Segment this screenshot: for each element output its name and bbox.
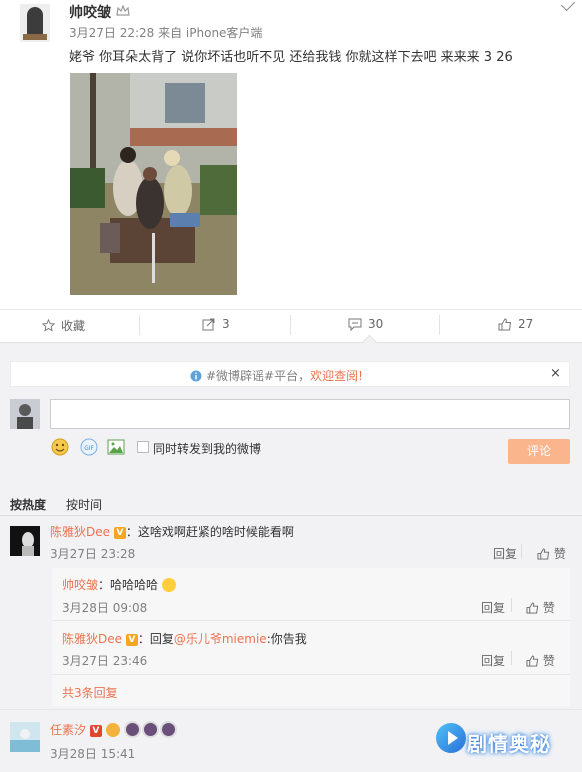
divider <box>52 674 570 675</box>
verified-badge: V <box>113 527 126 539</box>
like-button[interactable]: 27 <box>498 317 533 331</box>
comment-body: 任素汐 V <box>50 721 178 738</box>
fan-badge-icon <box>105 723 120 737</box>
emoji-icon <box>141 721 159 738</box>
comment-button[interactable]: 30 <box>348 317 383 331</box>
repost-checkbox-label: 同时转发到我的微博 <box>153 442 262 456</box>
author-name[interactable]: 帅咬皱 <box>69 2 111 22</box>
svg-text:GIF: GIF <box>84 445 94 452</box>
thumbs-up-icon <box>498 317 512 330</box>
reply-time: 3月28日 09:08 <box>62 601 148 615</box>
watermark-logo-icon <box>436 723 466 753</box>
divider <box>439 315 440 335</box>
reply-button[interactable]: 回复 <box>481 652 505 669</box>
comment-body: 陈雅狄Dee V ：这啥戏啊赶紧的啥时候能看啊 <box>50 523 294 540</box>
chevron-down-icon[interactable] <box>560 0 576 12</box>
comment-username[interactable]: 陈雅狄Dee <box>50 525 110 539</box>
more-replies-link[interactable]: 共3条回复 <box>62 684 118 701</box>
reply-button[interactable]: 回复 <box>493 545 517 562</box>
favorite-button[interactable]: 收藏 <box>42 317 85 334</box>
divider <box>0 709 582 710</box>
repost-button[interactable]: 3 <box>202 317 230 331</box>
like-count: 27 <box>518 317 534 331</box>
comment-icon <box>348 318 362 331</box>
reply-body: 帅咬皱：哈哈哈哈 <box>62 576 176 593</box>
tab-sort-hot[interactable]: 按热度 <box>10 496 46 513</box>
notice-label: #微博辟谣#平台， <box>206 369 311 383</box>
notice-link[interactable]: 欢迎查阅! <box>310 369 363 383</box>
favorite-label: 收藏 <box>61 319 86 333</box>
image-icon[interactable] <box>107 438 125 456</box>
like-label: 赞 <box>542 654 555 668</box>
comment-count: 30 <box>368 317 384 331</box>
comment-text: ：这啥戏啊赶紧的啥时候能看啊 <box>125 525 294 539</box>
post-meta: 3月27日 22:28 来自 iPhone客户端 <box>69 26 263 40</box>
emoji-icon[interactable] <box>51 438 69 456</box>
watermark-text: 剧情奥秘 <box>467 732 551 756</box>
thumbs-up-icon <box>526 655 539 667</box>
thumbs-up-icon <box>526 602 539 614</box>
tab-sort-time[interactable]: 按时间 <box>66 496 102 513</box>
like-label: 赞 <box>542 601 555 615</box>
like-label: 赞 <box>553 547 566 561</box>
reply-body: 陈雅狄Dee V ：回复@乐儿爷miemie:你告我 <box>62 630 307 647</box>
submit-comment-button[interactable]: 评论 <box>508 439 570 464</box>
like-comment-button[interactable]: 赞 <box>537 545 566 562</box>
like-comment-button[interactable]: 赞 <box>526 599 555 616</box>
post-photo[interactable] <box>70 73 237 295</box>
gif-icon[interactable]: GIF <box>80 438 98 456</box>
info-icon <box>190 370 202 382</box>
reply-text-prefix: ：回复 <box>137 632 174 646</box>
action-bar <box>0 309 582 342</box>
thumbs-up-icon <box>537 548 550 560</box>
crown-icon <box>116 4 130 17</box>
divider <box>511 651 512 665</box>
comment-time: 3月28日 15:41 <box>50 747 136 761</box>
divider <box>0 515 582 516</box>
comment-input[interactable] <box>50 399 570 429</box>
commenter-avatar[interactable] <box>10 526 40 556</box>
verified-badge: V <box>125 634 138 646</box>
reply-text: ：哈哈哈哈 <box>98 578 159 592</box>
emoji-icon <box>159 721 177 738</box>
laugh-emoji-icon <box>161 578 176 592</box>
repost-checkbox[interactable] <box>137 441 149 453</box>
reply-text-suffix: :你告我 <box>266 632 307 646</box>
author-avatar[interactable] <box>20 4 50 42</box>
commenter-avatar[interactable] <box>10 722 40 752</box>
reply-button[interactable]: 回复 <box>481 599 505 616</box>
reply-time: 3月27日 23:46 <box>62 654 148 668</box>
like-comment-button[interactable]: 赞 <box>526 652 555 669</box>
star-icon <box>42 319 55 332</box>
verified-badge: V <box>89 725 102 737</box>
divider <box>521 544 522 558</box>
emoji-icon <box>123 721 141 738</box>
notice-text: #微博辟谣#平台，欢迎查阅! <box>190 367 363 384</box>
repost-count: 3 <box>222 317 230 331</box>
mention-link[interactable]: @乐儿爷miemie <box>174 632 267 646</box>
close-icon[interactable]: × <box>550 366 561 381</box>
post-text: 姥爷 你耳朵太背了 说你坏话也听不见 还给我钱 你就这样下去吧 来来来 3 26 <box>69 50 513 65</box>
comment-username[interactable]: 任素汐 <box>50 723 86 737</box>
my-avatar <box>10 399 40 429</box>
repost-icon <box>202 318 215 330</box>
divider <box>290 315 291 335</box>
divider <box>52 620 570 621</box>
divider <box>511 598 512 612</box>
comment-time: 3月27日 23:28 <box>50 547 136 561</box>
divider <box>139 315 140 335</box>
reply-username[interactable]: 帅咬皱 <box>62 578 98 592</box>
reply-username[interactable]: 陈雅狄Dee <box>62 632 122 646</box>
